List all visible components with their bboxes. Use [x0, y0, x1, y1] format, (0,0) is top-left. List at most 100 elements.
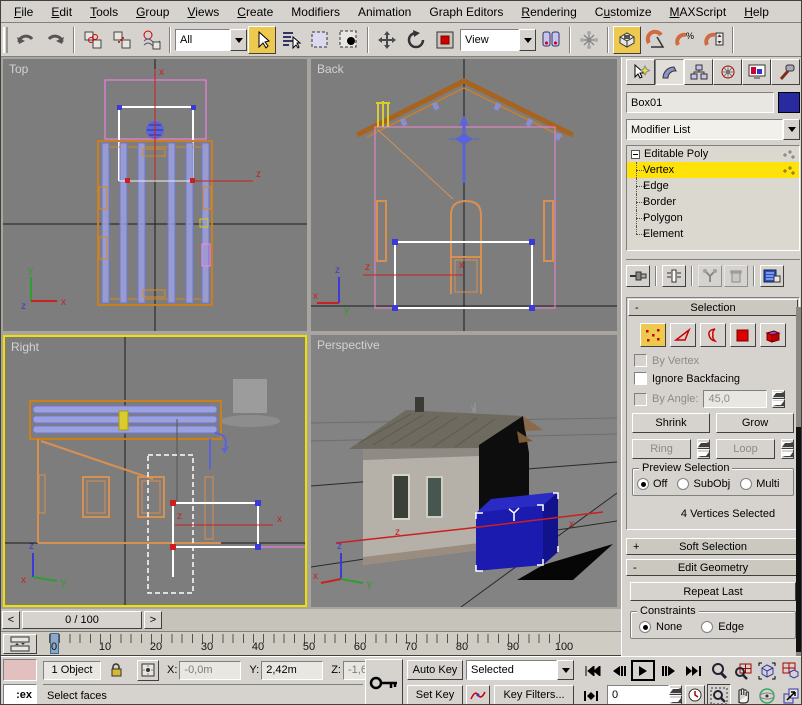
x-coordinate-field[interactable]: -0,0m [179, 661, 241, 680]
frame-spinner[interactable] [669, 685, 682, 705]
key-filters-button[interactable]: Key Filters... [494, 685, 574, 705]
menu-item-modifiers[interactable]: Modifiers [282, 1, 349, 23]
angle-snap-button[interactable] [642, 26, 670, 54]
rectangular-selection-region-button[interactable] [306, 26, 334, 54]
dropdown-arrow-icon[interactable] [519, 29, 536, 51]
tab-create[interactable] [626, 59, 655, 85]
time-slider-handle[interactable]: 0 / 100 [22, 611, 142, 629]
zoom-button[interactable] [707, 659, 731, 682]
dropdown-arrow-icon[interactable] [557, 660, 574, 680]
preview-multi-radio[interactable] [740, 478, 752, 490]
go-to-start-button[interactable] [581, 660, 605, 681]
soft-selection-rollout-header[interactable]: + Soft Selection [626, 538, 800, 555]
tab-modify[interactable] [655, 59, 684, 85]
snap-toggle-3d-button[interactable] [613, 26, 641, 54]
grow-button[interactable]: Grow [716, 413, 794, 433]
animate-selection-dropdown[interactable]: Selected [466, 660, 574, 680]
min-max-toggle-button[interactable] [779, 684, 802, 705]
viewport-top[interactable]: x z y x z Top [3, 59, 307, 331]
y-coordinate-field[interactable]: 2,42m [261, 661, 323, 680]
stack-item-editable-poly[interactable]: Editable Poly [627, 146, 799, 162]
scrollbar-thumb[interactable] [796, 427, 802, 652]
selection-lock-toggle[interactable] [105, 660, 127, 681]
absolute-offset-mode-toggle[interactable] [137, 660, 159, 681]
selection-rollout-header[interactable]: - Selection [628, 299, 798, 316]
select-object-button[interactable] [248, 26, 276, 54]
ring-spinner[interactable] [697, 439, 710, 459]
previous-frame-button[interactable] [607, 660, 631, 681]
region-zoom-button[interactable] [707, 684, 731, 705]
by-angle-field[interactable]: 45,0 [703, 390, 767, 408]
tab-utilities[interactable] [771, 59, 800, 85]
menu-item-tools[interactable]: Tools [81, 1, 127, 23]
time-slider-next-button[interactable]: > [144, 611, 162, 629]
repeat-last-button[interactable]: Repeat Last [630, 582, 796, 601]
menu-item-rendering[interactable]: Rendering [512, 1, 585, 23]
maxscript-mini-listener[interactable]: :ex [3, 684, 37, 705]
ignore-backfacing-checkbox[interactable] [634, 372, 647, 385]
play-button[interactable] [631, 660, 655, 681]
loop-button[interactable]: Loop [716, 439, 775, 459]
open-mini-curve-editor-button[interactable] [3, 634, 37, 654]
reference-coordinate-dropdown[interactable]: View [460, 29, 536, 51]
window-crossing-button[interactable] [335, 26, 363, 54]
edit-geometry-rollout-header[interactable]: - Edit Geometry [626, 559, 800, 576]
object-color-swatch[interactable] [778, 92, 800, 113]
loop-spinner[interactable] [781, 439, 794, 459]
shrink-button[interactable]: Shrink [632, 413, 710, 433]
preview-off-radio[interactable] [637, 478, 649, 490]
menu-item-customize[interactable]: Customize [586, 1, 661, 23]
dropdown-arrow-icon[interactable] [783, 119, 800, 140]
menu-item-views[interactable]: Views [178, 1, 228, 23]
tab-hierarchy[interactable] [684, 59, 713, 85]
panel-scrollbar[interactable] [796, 307, 802, 656]
stack-item-polygon[interactable]: Polygon [627, 210, 799, 226]
track-bar[interactable]: 0 10 20 30 40 50 60 70 80 90 100 [1, 631, 621, 656]
auto-key-button[interactable]: Auto Key [407, 660, 463, 680]
viewport-perspective[interactable]: z x y z x y Perspective [311, 335, 617, 607]
set-key-button[interactable]: Set Key [407, 685, 463, 705]
stack-item-element[interactable]: Element [627, 226, 799, 242]
by-angle-spinner[interactable] [772, 390, 785, 408]
collapse-icon[interactable]: - [633, 560, 637, 576]
ring-button[interactable]: Ring [632, 439, 691, 459]
toolbar-drag-handle[interactable] [3, 27, 8, 53]
pan-button[interactable] [731, 684, 755, 705]
constraints-edge-radio[interactable] [701, 621, 713, 633]
arc-rotate-button[interactable] [755, 684, 779, 705]
pin-stack-button[interactable] [626, 265, 650, 287]
menu-item-file[interactable]: File [5, 1, 42, 23]
select-and-manipulate-button[interactable] [575, 26, 603, 54]
selection-filter-dropdown[interactable]: All [175, 29, 247, 51]
dropdown-arrow-icon[interactable] [230, 29, 247, 51]
macro-recorder-box[interactable] [3, 659, 37, 681]
menu-item-group[interactable]: Group [127, 1, 178, 23]
expand-icon[interactable]: + [633, 539, 639, 555]
polygon-mode-button[interactable] [730, 323, 756, 347]
default-in-out-tangents-button[interactable] [466, 685, 490, 705]
vertex-mode-button[interactable] [640, 323, 666, 347]
menu-item-create[interactable]: Create [228, 1, 282, 23]
object-name-field[interactable]: Box01 [626, 92, 774, 113]
key-mode-toggle[interactable] [581, 685, 601, 705]
stack-item-edge[interactable]: Edge [627, 178, 799, 194]
redo-button[interactable] [41, 26, 69, 54]
unlink-selection-button[interactable] [108, 26, 136, 54]
select-and-move-button[interactable] [373, 26, 401, 54]
select-and-scale-button[interactable] [431, 26, 459, 54]
time-slider-prev-button[interactable]: < [2, 611, 20, 629]
zoom-extents-all-button[interactable] [779, 659, 802, 682]
percent-snap-button[interactable]: % [671, 26, 699, 54]
zoom-extents-button[interactable] [755, 659, 779, 682]
by-vertex-checkbox[interactable] [634, 354, 647, 367]
border-mode-button[interactable] [700, 323, 726, 347]
viewport-back[interactable]: z x z x y Back [311, 59, 617, 331]
bind-to-space-warp-button[interactable] [137, 26, 165, 54]
menu-item-help[interactable]: Help [735, 1, 778, 23]
menu-item-animation[interactable]: Animation [349, 1, 420, 23]
preview-subobj-radio[interactable] [677, 478, 689, 490]
tab-display[interactable] [742, 59, 771, 85]
constraints-none-radio[interactable] [639, 621, 651, 633]
collapse-icon[interactable]: - [635, 300, 639, 316]
select-by-name-button[interactable] [277, 26, 305, 54]
